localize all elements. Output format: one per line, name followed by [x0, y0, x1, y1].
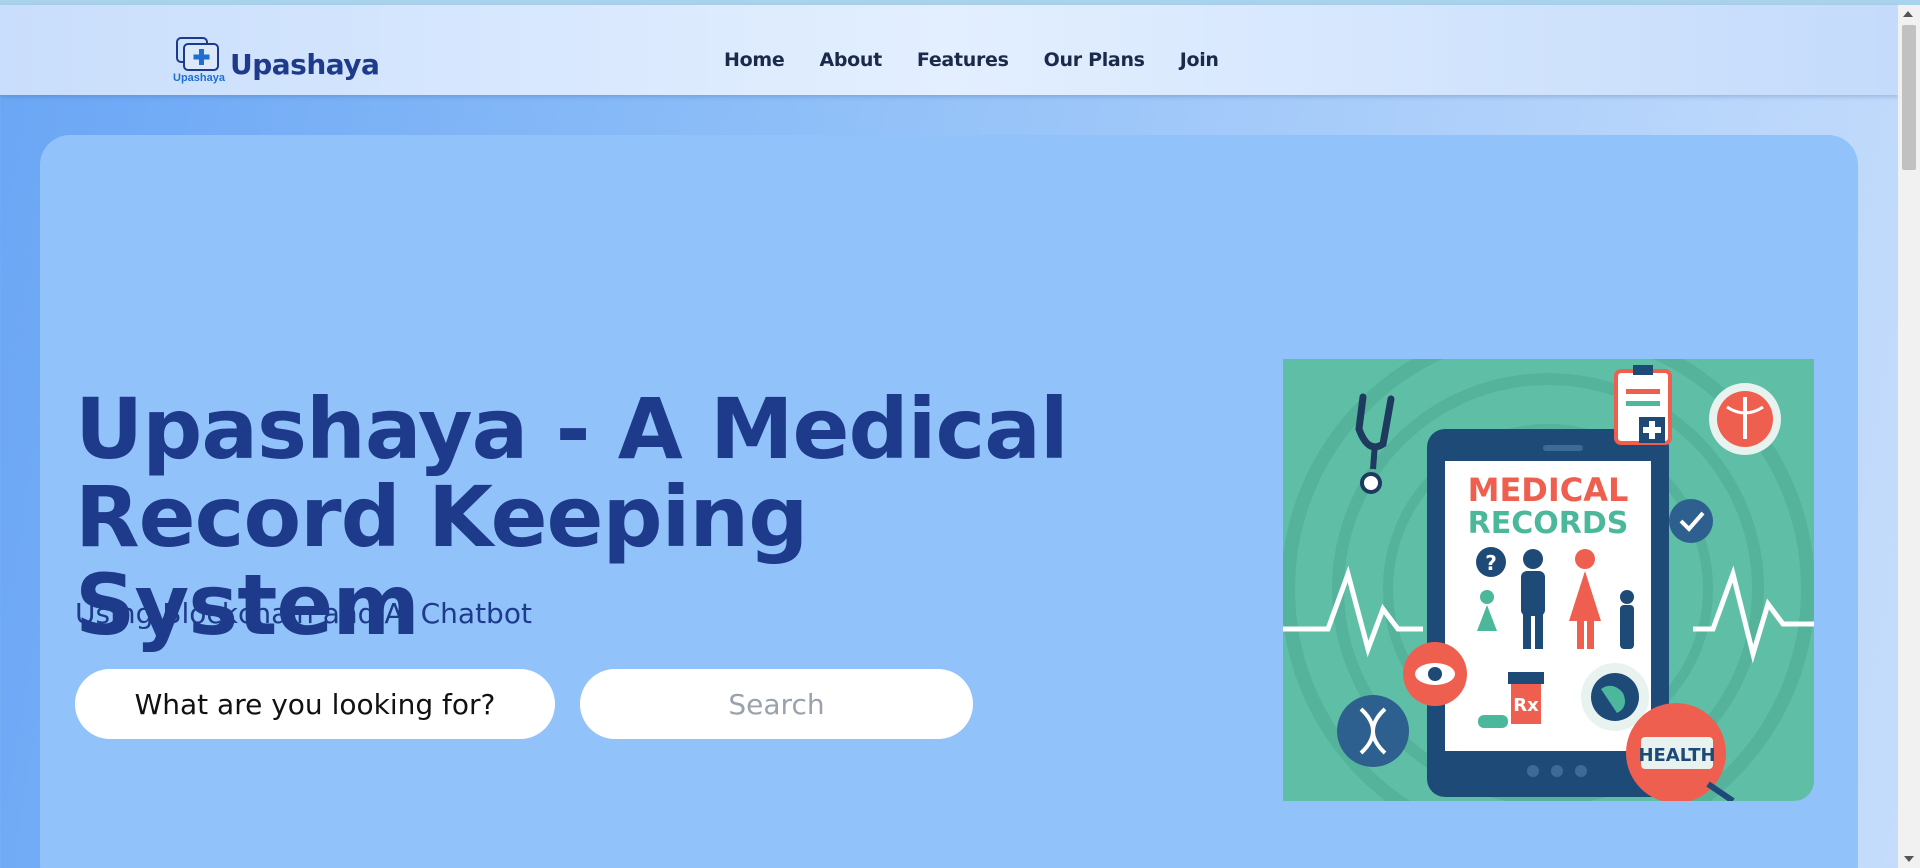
nav-link-our-plans[interactable]: Our Plans: [1044, 49, 1145, 71]
nav-link-about[interactable]: About: [819, 49, 882, 71]
scrollbar-thumb[interactable]: [1902, 25, 1916, 170]
scroll-up-arrow-icon[interactable]: [1903, 11, 1913, 17]
svg-text:RECORDS: RECORDS: [1468, 506, 1629, 541]
page-scrollbar[interactable]: [1898, 5, 1920, 868]
main-nav: Home About Features Our Plans Join: [724, 49, 1254, 71]
scroll-down-arrow-icon[interactable]: [1904, 856, 1914, 862]
nav-link-home[interactable]: Home: [724, 49, 785, 71]
svg-text:Rx: Rx: [1513, 695, 1539, 716]
logo-caption: Upashaya: [173, 72, 225, 84]
search-button[interactable]: Search: [580, 669, 973, 739]
nav-link-join[interactable]: Join: [1180, 49, 1219, 71]
medical-records-illustration: MEDICAL RECORDS ? Rx HEALTH: [1283, 359, 1814, 801]
medical-kit-icon: Upashaya: [173, 35, 226, 85]
nav-link-features[interactable]: Features: [917, 49, 1009, 71]
search-input[interactable]: [75, 669, 555, 739]
navbar: Upashaya Upashaya Home About Features Ou…: [0, 5, 1898, 95]
svg-text:MEDICAL: MEDICAL: [1468, 471, 1629, 509]
svg-text:?: ?: [1485, 551, 1497, 575]
svg-text:HEALTH: HEALTH: [1638, 745, 1715, 766]
brand-name: Upashaya: [230, 48, 380, 81]
hero-subtitle: Using Blockchain and AI Chatbot: [75, 597, 532, 630]
brand-logo[interactable]: Upashaya Upashaya: [173, 35, 380, 85]
